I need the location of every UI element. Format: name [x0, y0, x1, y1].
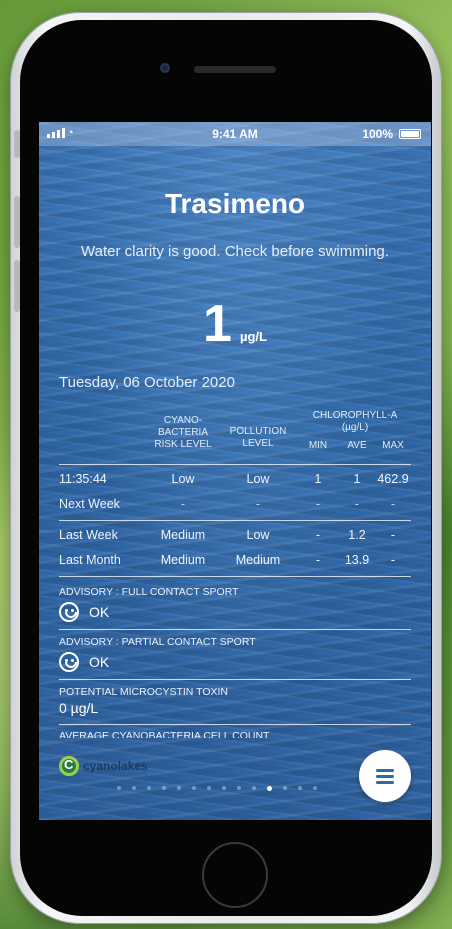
page-dot[interactable]	[147, 786, 151, 790]
table-divider	[59, 576, 411, 577]
advisory-label: AVERAGE CYANOBACTERIA CELL COUNT	[59, 730, 270, 738]
table-row: 11:35:44 Low Low 1 1 462.9	[59, 467, 411, 492]
page-dot[interactable]	[237, 786, 241, 790]
header-min: MIN	[308, 440, 328, 451]
row-min: -	[315, 528, 321, 542]
status-bar: ◔ 9:41 AM 100%	[39, 122, 431, 146]
row-pollution: -	[255, 497, 261, 511]
page-dot-active[interactable]	[267, 786, 272, 791]
header-ave: AVE	[347, 440, 367, 451]
table-row: Last Month Medium Medium - 13.9 -	[59, 548, 411, 573]
row-cyano: -	[180, 497, 186, 511]
row-cyano: Low	[171, 472, 195, 486]
row-min: -	[315, 497, 321, 511]
logo-icon	[59, 756, 79, 776]
table-header: CYANO- BACTERIA RISK LEVEL POLLUTION LEV…	[59, 406, 411, 464]
section-divider	[59, 724, 411, 725]
table-row: Next Week - - - - -	[59, 492, 411, 517]
row-max: 462.9	[377, 472, 409, 486]
row-label: 11:35:44	[59, 472, 107, 486]
row-max: -	[390, 497, 396, 511]
row-ave: -	[354, 497, 360, 511]
row-min: -	[315, 553, 321, 567]
row-min: 1	[314, 472, 322, 486]
header-max: MAX	[382, 440, 404, 451]
cyanolakes-logo: cyanolakes	[59, 756, 148, 776]
table-divider	[59, 464, 411, 465]
row-pollution: Low	[246, 528, 270, 542]
smile-icon	[59, 602, 79, 622]
advisory-value: OK	[89, 654, 110, 670]
header-chlorophyll-unit: (µg/L)	[341, 422, 369, 433]
page-dot[interactable]	[283, 786, 287, 790]
advisory-label: ADVISORY : PARTIAL CONTACT SPORT	[59, 636, 256, 648]
page-dot[interactable]	[252, 786, 256, 790]
page-dot[interactable]	[222, 786, 226, 790]
row-pollution: Medium	[235, 553, 281, 567]
row-pollution: Low	[246, 472, 270, 486]
row-label: Last Month	[59, 553, 121, 567]
advisory-full-contact: ADVISORY : FULL CONTACT SPORT OK	[59, 586, 411, 622]
battery-icon	[399, 129, 421, 139]
row-cyano: Medium	[160, 553, 206, 567]
row-label: Next Week	[59, 497, 120, 511]
page-dot[interactable]	[162, 786, 166, 790]
page-dot[interactable]	[132, 786, 136, 790]
header-pollution: POLLUTION LEVEL	[229, 426, 287, 449]
front-camera	[160, 63, 170, 73]
reading-unit: µg/L	[239, 329, 267, 344]
row-label: Last Week	[59, 528, 118, 542]
smile-icon	[59, 652, 79, 672]
advisory-label: POTENTIAL MICROCYSTIN TOXIN	[59, 686, 228, 698]
advisory-partial-contact: ADVISORY : PARTIAL CONTACT SPORT OK	[59, 636, 411, 672]
page-dot[interactable]	[177, 786, 181, 790]
row-ave: 1	[353, 472, 361, 486]
reading-value: 1	[203, 295, 232, 353]
row-max: -	[390, 528, 396, 542]
battery-percent: 100%	[362, 127, 393, 141]
page-dot[interactable]	[313, 786, 317, 790]
chlorophyll-reading: 1 µg/L	[39, 294, 431, 354]
page-indicator[interactable]	[117, 786, 317, 791]
header-chlorophyll: CHLOROPHYLL-A	[312, 410, 398, 421]
logo-text: cyanolakes	[83, 759, 148, 773]
advisory-label: ADVISORY : FULL CONTACT SPORT	[59, 586, 239, 598]
page-dot[interactable]	[207, 786, 211, 790]
table-row: Last Week Medium Low - 1.2 -	[59, 523, 411, 548]
earpiece-speaker	[194, 66, 276, 73]
row-max: -	[390, 553, 396, 567]
home-button[interactable]	[202, 842, 268, 908]
page-dot[interactable]	[298, 786, 302, 790]
table-divider	[59, 520, 411, 521]
cell-count-section: AVERAGE CYANOBACTERIA CELL COUNT	[59, 730, 411, 738]
row-ave: 13.9	[344, 553, 370, 567]
lake-name: Trasimeno	[164, 188, 306, 219]
clarity-message: Water clarity is good. Check before swim…	[81, 243, 389, 260]
microcystin-toxin: POTENTIAL MICROCYSTIN TOXIN 0 µg/L	[59, 686, 411, 716]
readings-table: CYANO- BACTERIA RISK LEVEL POLLUTION LEV…	[59, 406, 411, 577]
section-divider	[59, 629, 411, 630]
page-dot[interactable]	[192, 786, 196, 790]
menu-button[interactable]	[359, 750, 411, 802]
advisory-value: 0 µg/L	[59, 700, 99, 716]
page-dot[interactable]	[117, 786, 121, 790]
row-cyano: Medium	[160, 528, 206, 542]
section-divider	[59, 679, 411, 680]
report-date: Tuesday, 06 October 2020	[59, 374, 235, 391]
app-screen: ◔ 9:41 AM 100% Trasimeno Water clarity i…	[39, 122, 431, 820]
advisory-value: OK	[89, 604, 110, 620]
hamburger-icon	[376, 766, 394, 787]
header-cyano-risk: CYANO- BACTERIA RISK LEVEL	[154, 415, 212, 450]
row-ave: 1.2	[348, 528, 366, 542]
